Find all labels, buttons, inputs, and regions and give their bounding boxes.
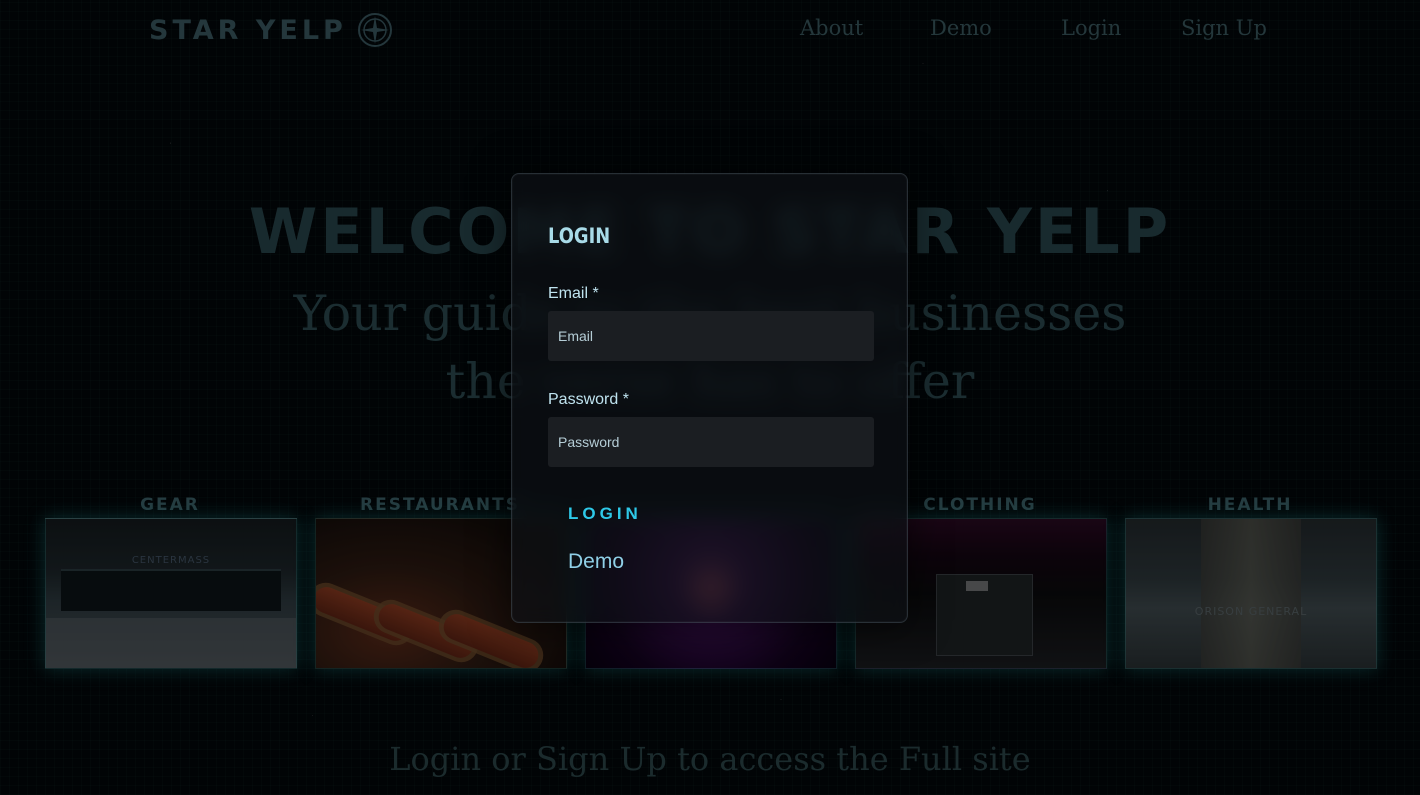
password-field[interactable] xyxy=(548,417,874,467)
login-button[interactable]: LOGIN xyxy=(568,504,642,524)
modal-title: LOGIN xyxy=(548,224,611,248)
login-modal: LOGIN Email * Password * LOGIN Demo xyxy=(511,173,908,623)
demo-button[interactable]: Demo xyxy=(568,550,624,574)
email-field[interactable] xyxy=(548,311,874,361)
password-label: Password * xyxy=(548,391,629,408)
email-label: Email * xyxy=(548,285,599,302)
